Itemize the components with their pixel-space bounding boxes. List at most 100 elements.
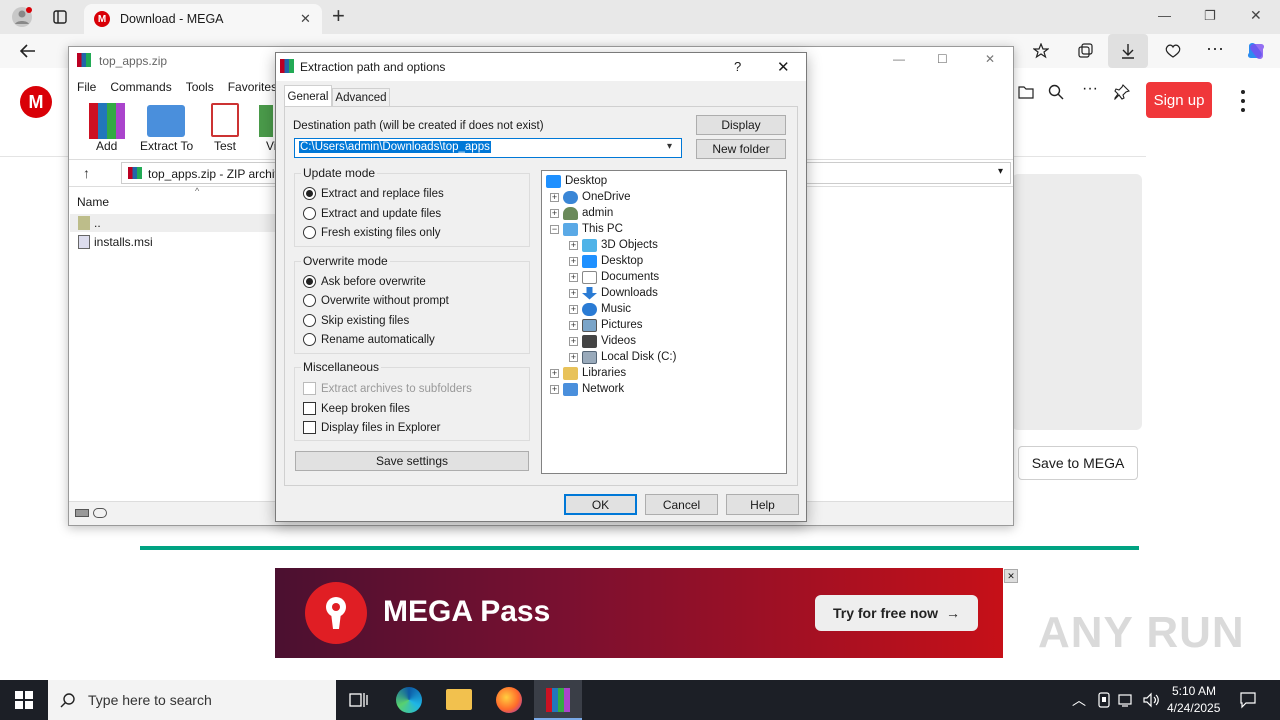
new-folder-button[interactable]: New folder: [696, 139, 786, 159]
expand-icon[interactable]: +: [550, 208, 559, 218]
folder-tree[interactable]: Desktop + OneDrive + admin − This PC +3D Ob…: [541, 170, 787, 474]
check-keep-broken[interactable]: Keep broken files: [303, 402, 410, 415]
save-to-mega-button[interactable]: Save to MEGA: [1018, 446, 1138, 480]
expand-icon[interactable]: +: [569, 336, 578, 346]
edge-taskbar-icon[interactable]: [396, 687, 422, 713]
collections-icon[interactable]: [1074, 40, 1096, 62]
tree-item-local-disk[interactable]: + Local Disk (C:): [569, 349, 676, 365]
favorites-icon[interactable]: [1030, 40, 1052, 62]
expand-icon[interactable]: +: [550, 192, 559, 202]
winrar-close-button[interactable]: ✕: [985, 52, 995, 66]
more-icon[interactable]: ···: [1082, 80, 1098, 98]
tree-item-3d-objects[interactable]: +3D Objects: [569, 237, 658, 253]
radio-fresh-existing[interactable]: Fresh existing files only: [303, 226, 441, 239]
extract-to-icon[interactable]: [147, 105, 185, 137]
menu-tools[interactable]: Tools: [186, 80, 214, 94]
clock-time[interactable]: 5:10 AM: [1172, 684, 1216, 698]
radio-extract-replace[interactable]: Extract and replace files: [303, 187, 444, 200]
tab-general[interactable]: General: [284, 85, 332, 107]
extract-to-label[interactable]: Extract To: [140, 139, 193, 153]
winrar-minimize-button[interactable]: —: [893, 52, 905, 66]
dialog-help-icon[interactable]: ?: [734, 59, 741, 74]
add-label[interactable]: Add: [96, 139, 117, 153]
copilot-icon[interactable]: [1244, 39, 1268, 63]
task-view-icon[interactable]: [344, 688, 374, 712]
dest-path-input[interactable]: C:\Users\admin\Downloads\top_apps ▾: [294, 138, 682, 158]
volume-icon[interactable]: [1142, 691, 1160, 709]
radio-ask-overwrite[interactable]: Ask before overwrite: [303, 275, 426, 288]
expand-icon[interactable]: +: [550, 384, 559, 394]
expand-icon[interactable]: +: [550, 368, 559, 378]
expand-icon[interactable]: +: [569, 272, 578, 282]
tray-device-icon[interactable]: [1096, 691, 1112, 709]
display-button[interactable]: Display: [696, 115, 786, 135]
tree-item-onedrive[interactable]: + OneDrive: [550, 189, 631, 205]
tab-close-icon[interactable]: ✕: [300, 11, 311, 27]
taskbar-search[interactable]: Type here to search: [48, 680, 336, 720]
tree-item-videos[interactable]: + Videos: [569, 333, 636, 349]
test-icon[interactable]: [211, 103, 239, 137]
more-options-icon[interactable]: ···: [1206, 38, 1224, 59]
tree-item-downloads[interactable]: + Downloads: [569, 285, 658, 301]
check-display-explorer[interactable]: Display files in Explorer: [303, 421, 441, 434]
tree-item-music[interactable]: + Music: [569, 301, 631, 317]
window-restore-button[interactable]: ❐: [1204, 8, 1216, 24]
radio-rename-auto[interactable]: Rename automatically: [303, 333, 435, 346]
notifications-icon[interactable]: [1238, 690, 1258, 710]
cancel-button[interactable]: Cancel: [645, 494, 718, 515]
list-item-file[interactable]: installs.msi: [70, 233, 276, 251]
tree-item-documents[interactable]: + Documents: [569, 269, 659, 285]
mega-logo[interactable]: M: [20, 86, 52, 118]
tree-item-desktop[interactable]: Desktop: [546, 173, 607, 189]
tree-item-desktop-2[interactable]: + Desktop: [569, 253, 643, 269]
profile-icon[interactable]: [8, 4, 36, 30]
window-close-button[interactable]: ✕: [1250, 7, 1262, 24]
mega-pass-ad[interactable]: MEGA Pass Try for free now →: [275, 568, 1003, 658]
folder-icon[interactable]: [1016, 82, 1036, 102]
radio-overwrite-no-prompt[interactable]: Overwrite without prompt: [303, 294, 449, 307]
ad-close-button[interactable]: ✕: [1004, 569, 1018, 583]
pin-icon[interactable]: [1112, 82, 1132, 102]
menu-favorites[interactable]: Favorites: [228, 80, 277, 94]
radio-extract-update[interactable]: Extract and update files: [303, 207, 441, 220]
tray-chevron-icon[interactable]: ︿: [1072, 690, 1086, 710]
expand-icon[interactable]: +: [569, 256, 578, 266]
help-button[interactable]: Help: [726, 494, 799, 515]
explorer-taskbar-icon[interactable]: [446, 689, 472, 710]
expand-icon[interactable]: +: [569, 304, 578, 314]
address-dropdown-icon[interactable]: ▾: [998, 166, 1003, 177]
network-icon[interactable]: [1118, 691, 1136, 709]
expand-icon[interactable]: +: [569, 288, 578, 298]
test-label[interactable]: Test: [214, 139, 236, 153]
list-item-parent[interactable]: ..: [70, 214, 276, 232]
tree-item-pictures[interactable]: + Pictures: [569, 317, 643, 333]
column-name-header[interactable]: Name: [77, 195, 109, 209]
dest-dropdown-icon[interactable]: ▾: [667, 141, 672, 152]
tree-item-admin[interactable]: + admin: [550, 205, 613, 221]
tree-item-network[interactable]: + Network: [550, 381, 624, 397]
performance-icon[interactable]: [1162, 40, 1184, 62]
tab-advanced[interactable]: Advanced: [332, 88, 390, 107]
radio-skip-existing[interactable]: Skip existing files: [303, 314, 409, 327]
save-settings-button[interactable]: Save settings: [295, 451, 529, 471]
menu-icon[interactable]: [1236, 90, 1250, 112]
signup-button[interactable]: Sign up: [1146, 82, 1212, 118]
menu-commands[interactable]: Commands: [110, 80, 171, 94]
tab-mega-download[interactable]: M Download - MEGA ✕: [84, 4, 322, 34]
ad-try-button[interactable]: Try for free now →: [815, 595, 978, 631]
collapse-icon[interactable]: −: [550, 224, 559, 234]
tree-item-libraries[interactable]: + Libraries: [550, 365, 626, 381]
back-icon[interactable]: [14, 40, 42, 62]
ok-button[interactable]: OK: [564, 494, 637, 515]
winrar-taskbar-button[interactable]: [534, 680, 582, 720]
add-icon[interactable]: [89, 103, 125, 139]
window-minimize-button[interactable]: —: [1158, 8, 1171, 23]
new-tab-button[interactable]: +: [332, 3, 345, 29]
expand-icon[interactable]: +: [569, 240, 578, 250]
tab-actions-icon[interactable]: [48, 6, 72, 28]
menu-file[interactable]: File: [77, 80, 96, 94]
dialog-close-button[interactable]: ✕: [777, 58, 790, 76]
tree-item-this-pc[interactable]: − This PC: [550, 221, 623, 237]
view-icon[interactable]: [259, 105, 273, 137]
up-arrow-icon[interactable]: ↑: [83, 165, 90, 181]
